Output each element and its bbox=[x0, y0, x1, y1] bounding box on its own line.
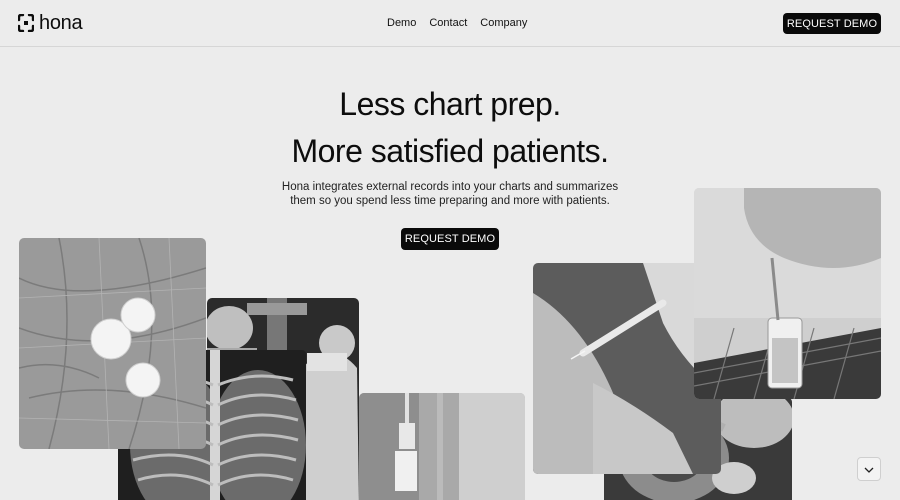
hero-subtitle: Hona integrates external records into yo… bbox=[270, 180, 630, 208]
hero-title-line2: More satisfied patients. bbox=[291, 133, 609, 169]
site-header: hona Demo Contact Company REQUEST DEMO bbox=[0, 0, 900, 47]
logo-text: hona bbox=[39, 12, 83, 34]
nav-company[interactable]: Company bbox=[480, 17, 527, 29]
hero-subtitle-line2: them so you spend less time preparing an… bbox=[290, 195, 610, 207]
syringe-image bbox=[533, 263, 721, 474]
nav-contact[interactable]: Contact bbox=[429, 17, 467, 29]
header-request-demo-button[interactable]: REQUEST DEMO bbox=[783, 13, 881, 34]
chevron-down-icon bbox=[864, 460, 874, 478]
logo[interactable]: hona bbox=[17, 12, 83, 34]
iv-drip-image bbox=[359, 393, 525, 500]
hero-title-line1: Less chart prep. bbox=[339, 86, 561, 122]
hero-request-demo-button[interactable]: REQUEST DEMO bbox=[401, 228, 499, 250]
hona-logo-icon bbox=[17, 13, 35, 33]
nav-demo[interactable]: Demo bbox=[387, 17, 416, 29]
pills-in-hand-image bbox=[19, 238, 206, 449]
test-tube-image bbox=[694, 188, 881, 399]
scroll-down-button[interactable] bbox=[857, 457, 881, 481]
hero-subtitle-line1: Hona integrates external records into yo… bbox=[281, 181, 619, 193]
main-nav: Demo Contact Company bbox=[387, 17, 527, 29]
